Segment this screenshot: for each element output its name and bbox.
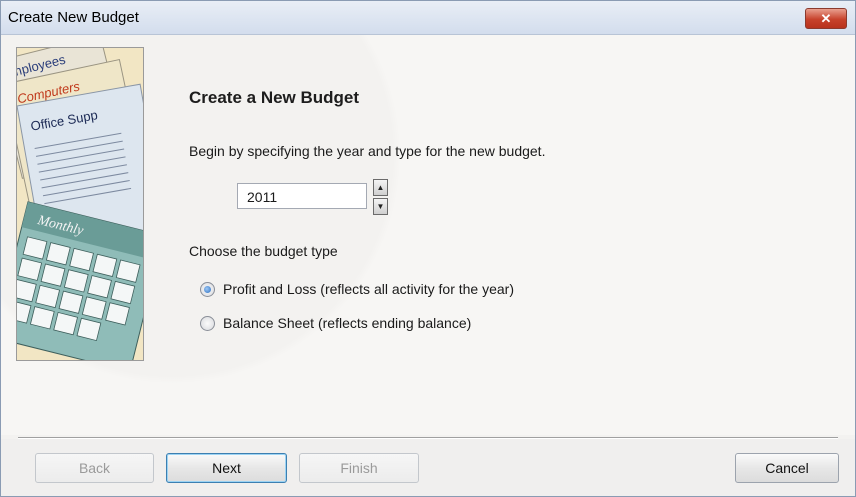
back-label: Back — [78, 460, 111, 476]
year-spinner[interactable]: ▲ ▼ — [373, 179, 388, 215]
radio-unselected-icon[interactable] — [200, 315, 215, 331]
close-icon: ✕ — [820, 11, 832, 26]
finish-label: Finish — [340, 460, 378, 476]
dialog-window: Create New Budget ✕ Employees Computers — [0, 0, 856, 497]
close-button[interactable]: ✕ — [805, 8, 847, 29]
year-input[interactable]: 2011 — [237, 183, 367, 209]
next-label: Next — [212, 460, 241, 476]
radio-label-profit-and-loss: Profit and Loss (reflects all activity f… — [223, 281, 514, 297]
radio-label-balance-sheet: Balance Sheet (reflects ending balance) — [223, 315, 472, 331]
budget-type-label: Choose the budget type — [189, 243, 338, 259]
spin-up-icon[interactable]: ▲ — [373, 179, 388, 196]
title-bar[interactable]: Create New Budget ✕ — [1, 1, 855, 35]
cancel-label: Cancel — [765, 460, 809, 476]
next-button[interactable]: Next — [166, 453, 287, 483]
intro-text: Begin by specifying the year and type fo… — [189, 143, 546, 159]
radio-profit-and-loss[interactable]: Profit and Loss (reflects all activity f… — [200, 281, 514, 297]
back-button[interactable]: Back — [35, 453, 154, 483]
spin-down-icon[interactable]: ▼ — [373, 198, 388, 215]
dialog-content: Employees Computers Office Supp Monthly … — [1, 35, 855, 435]
page-heading: Create a New Budget — [189, 88, 360, 107]
finish-button[interactable]: Finish — [299, 453, 419, 483]
budget-illustration: Employees Computers Office Supp Monthly — [16, 47, 144, 361]
radio-selected-icon[interactable] — [200, 281, 215, 297]
button-bar: Back Next Finish Cancel — [1, 439, 855, 496]
radio-balance-sheet[interactable]: Balance Sheet (reflects ending balance) — [200, 315, 471, 331]
cancel-button[interactable]: Cancel — [735, 453, 839, 483]
window-title: Create New Budget — [8, 9, 139, 26]
